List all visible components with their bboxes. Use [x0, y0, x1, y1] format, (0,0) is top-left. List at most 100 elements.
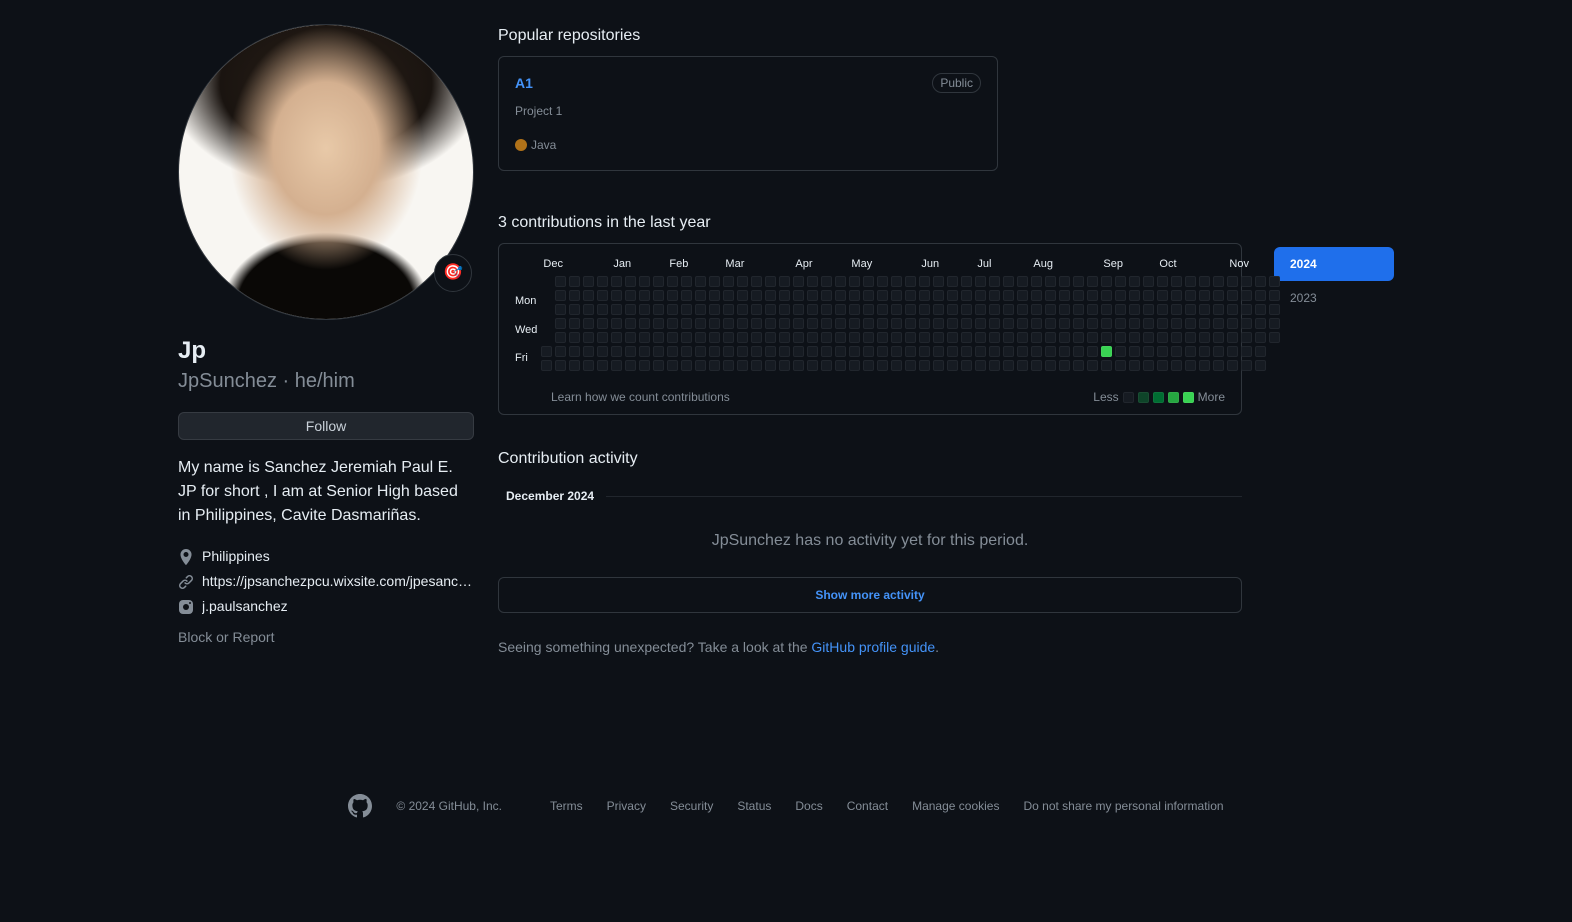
contribution-day[interactable]: [989, 318, 1000, 329]
contribution-day[interactable]: [1269, 346, 1280, 357]
contribution-day[interactable]: [541, 304, 552, 315]
contribution-day[interactable]: [583, 346, 594, 357]
contribution-day[interactable]: [1157, 318, 1168, 329]
contribution-day[interactable]: [877, 318, 888, 329]
contribution-day[interactable]: [1045, 304, 1056, 315]
contribution-day[interactable]: [1017, 346, 1028, 357]
contribution-day[interactable]: [821, 290, 832, 301]
contribution-day[interactable]: [1213, 290, 1224, 301]
contribution-day[interactable]: [1143, 332, 1154, 343]
contribution-day[interactable]: [1045, 360, 1056, 371]
contribution-day[interactable]: [905, 304, 916, 315]
contribution-day[interactable]: [877, 290, 888, 301]
contribution-day[interactable]: [751, 276, 762, 287]
contribution-day[interactable]: [737, 332, 748, 343]
contribution-day[interactable]: [569, 332, 580, 343]
contribution-day[interactable]: [681, 332, 692, 343]
contribution-day[interactable]: [611, 276, 622, 287]
contribution-day[interactable]: [1255, 276, 1266, 287]
contribution-day[interactable]: [835, 276, 846, 287]
contribution-day[interactable]: [1171, 304, 1182, 315]
contribution-day[interactable]: [919, 346, 930, 357]
contribution-day[interactable]: [1045, 290, 1056, 301]
contribution-day[interactable]: [737, 304, 748, 315]
contribution-day[interactable]: [1199, 290, 1210, 301]
contribution-day[interactable]: [1227, 360, 1238, 371]
contribution-day[interactable]: [1101, 346, 1112, 357]
contribution-day[interactable]: [1227, 290, 1238, 301]
contribution-day[interactable]: [891, 346, 902, 357]
contribution-day[interactable]: [1199, 360, 1210, 371]
contribution-day[interactable]: [1227, 276, 1238, 287]
contribution-day[interactable]: [835, 318, 846, 329]
contribution-day[interactable]: [947, 346, 958, 357]
contribution-day[interactable]: [849, 332, 860, 343]
contribution-day[interactable]: [947, 318, 958, 329]
contribution-day[interactable]: [891, 318, 902, 329]
instagram-link[interactable]: j.paulsanchez: [202, 596, 288, 617]
footer-link[interactable]: Security: [670, 799, 713, 813]
contribution-day[interactable]: [1143, 318, 1154, 329]
contribution-day[interactable]: [1115, 332, 1126, 343]
contribution-day[interactable]: [793, 318, 804, 329]
contribution-day[interactable]: [709, 346, 720, 357]
contribution-day[interactable]: [1241, 332, 1252, 343]
contribution-day[interactable]: [1185, 332, 1196, 343]
contribution-day[interactable]: [1031, 290, 1042, 301]
contribution-day[interactable]: [1129, 346, 1140, 357]
contribution-day[interactable]: [821, 318, 832, 329]
contribution-day[interactable]: [1059, 276, 1070, 287]
contribution-day[interactable]: [989, 276, 1000, 287]
contribution-day[interactable]: [1031, 346, 1042, 357]
contribution-day[interactable]: [1101, 360, 1112, 371]
contribution-day[interactable]: [611, 290, 622, 301]
contribution-day[interactable]: [1255, 290, 1266, 301]
contribution-day[interactable]: [765, 332, 776, 343]
contribution-day[interactable]: [1087, 360, 1098, 371]
contribution-day[interactable]: [807, 290, 818, 301]
contribution-day[interactable]: [975, 304, 986, 315]
contribution-day[interactable]: [793, 346, 804, 357]
contribution-day[interactable]: [975, 332, 986, 343]
contribution-day[interactable]: [919, 318, 930, 329]
contribution-day[interactable]: [1059, 346, 1070, 357]
contribution-day[interactable]: [933, 276, 944, 287]
contribution-day[interactable]: [1017, 304, 1028, 315]
contribution-day[interactable]: [1241, 276, 1252, 287]
contribution-day[interactable]: [1045, 318, 1056, 329]
contribution-day[interactable]: [1157, 304, 1168, 315]
contribution-day[interactable]: [1003, 360, 1014, 371]
contribution-day[interactable]: [779, 346, 790, 357]
year-filter-2023[interactable]: 2023: [1274, 281, 1394, 315]
contribution-day[interactable]: [1003, 304, 1014, 315]
contribution-day[interactable]: [961, 318, 972, 329]
contribution-day[interactable]: [695, 318, 706, 329]
contribution-day[interactable]: [1213, 304, 1224, 315]
contribution-day[interactable]: [625, 304, 636, 315]
contribution-day[interactable]: [709, 360, 720, 371]
contribution-day[interactable]: [877, 304, 888, 315]
contribution-day[interactable]: [737, 360, 748, 371]
contribution-day[interactable]: [1255, 318, 1266, 329]
contribution-day[interactable]: [1059, 318, 1070, 329]
contribution-day[interactable]: [723, 346, 734, 357]
contribution-day[interactable]: [1101, 290, 1112, 301]
contribution-day[interactable]: [765, 290, 776, 301]
contribution-day[interactable]: [891, 290, 902, 301]
contribution-day[interactable]: [695, 360, 706, 371]
contribution-day[interactable]: [555, 290, 566, 301]
contribution-day[interactable]: [1087, 318, 1098, 329]
contribution-day[interactable]: [751, 290, 762, 301]
contribution-day[interactable]: [639, 276, 650, 287]
contribution-day[interactable]: [597, 332, 608, 343]
contribution-day[interactable]: [597, 346, 608, 357]
contribution-day[interactable]: [1185, 290, 1196, 301]
contribution-day[interactable]: [793, 276, 804, 287]
contribution-day[interactable]: [1255, 304, 1266, 315]
contribution-day[interactable]: [1171, 276, 1182, 287]
contribution-day[interactable]: [653, 360, 664, 371]
repo-name-link[interactable]: A1: [515, 73, 533, 94]
contribution-day[interactable]: [863, 290, 874, 301]
contribution-day[interactable]: [541, 360, 552, 371]
contribution-day[interactable]: [835, 290, 846, 301]
